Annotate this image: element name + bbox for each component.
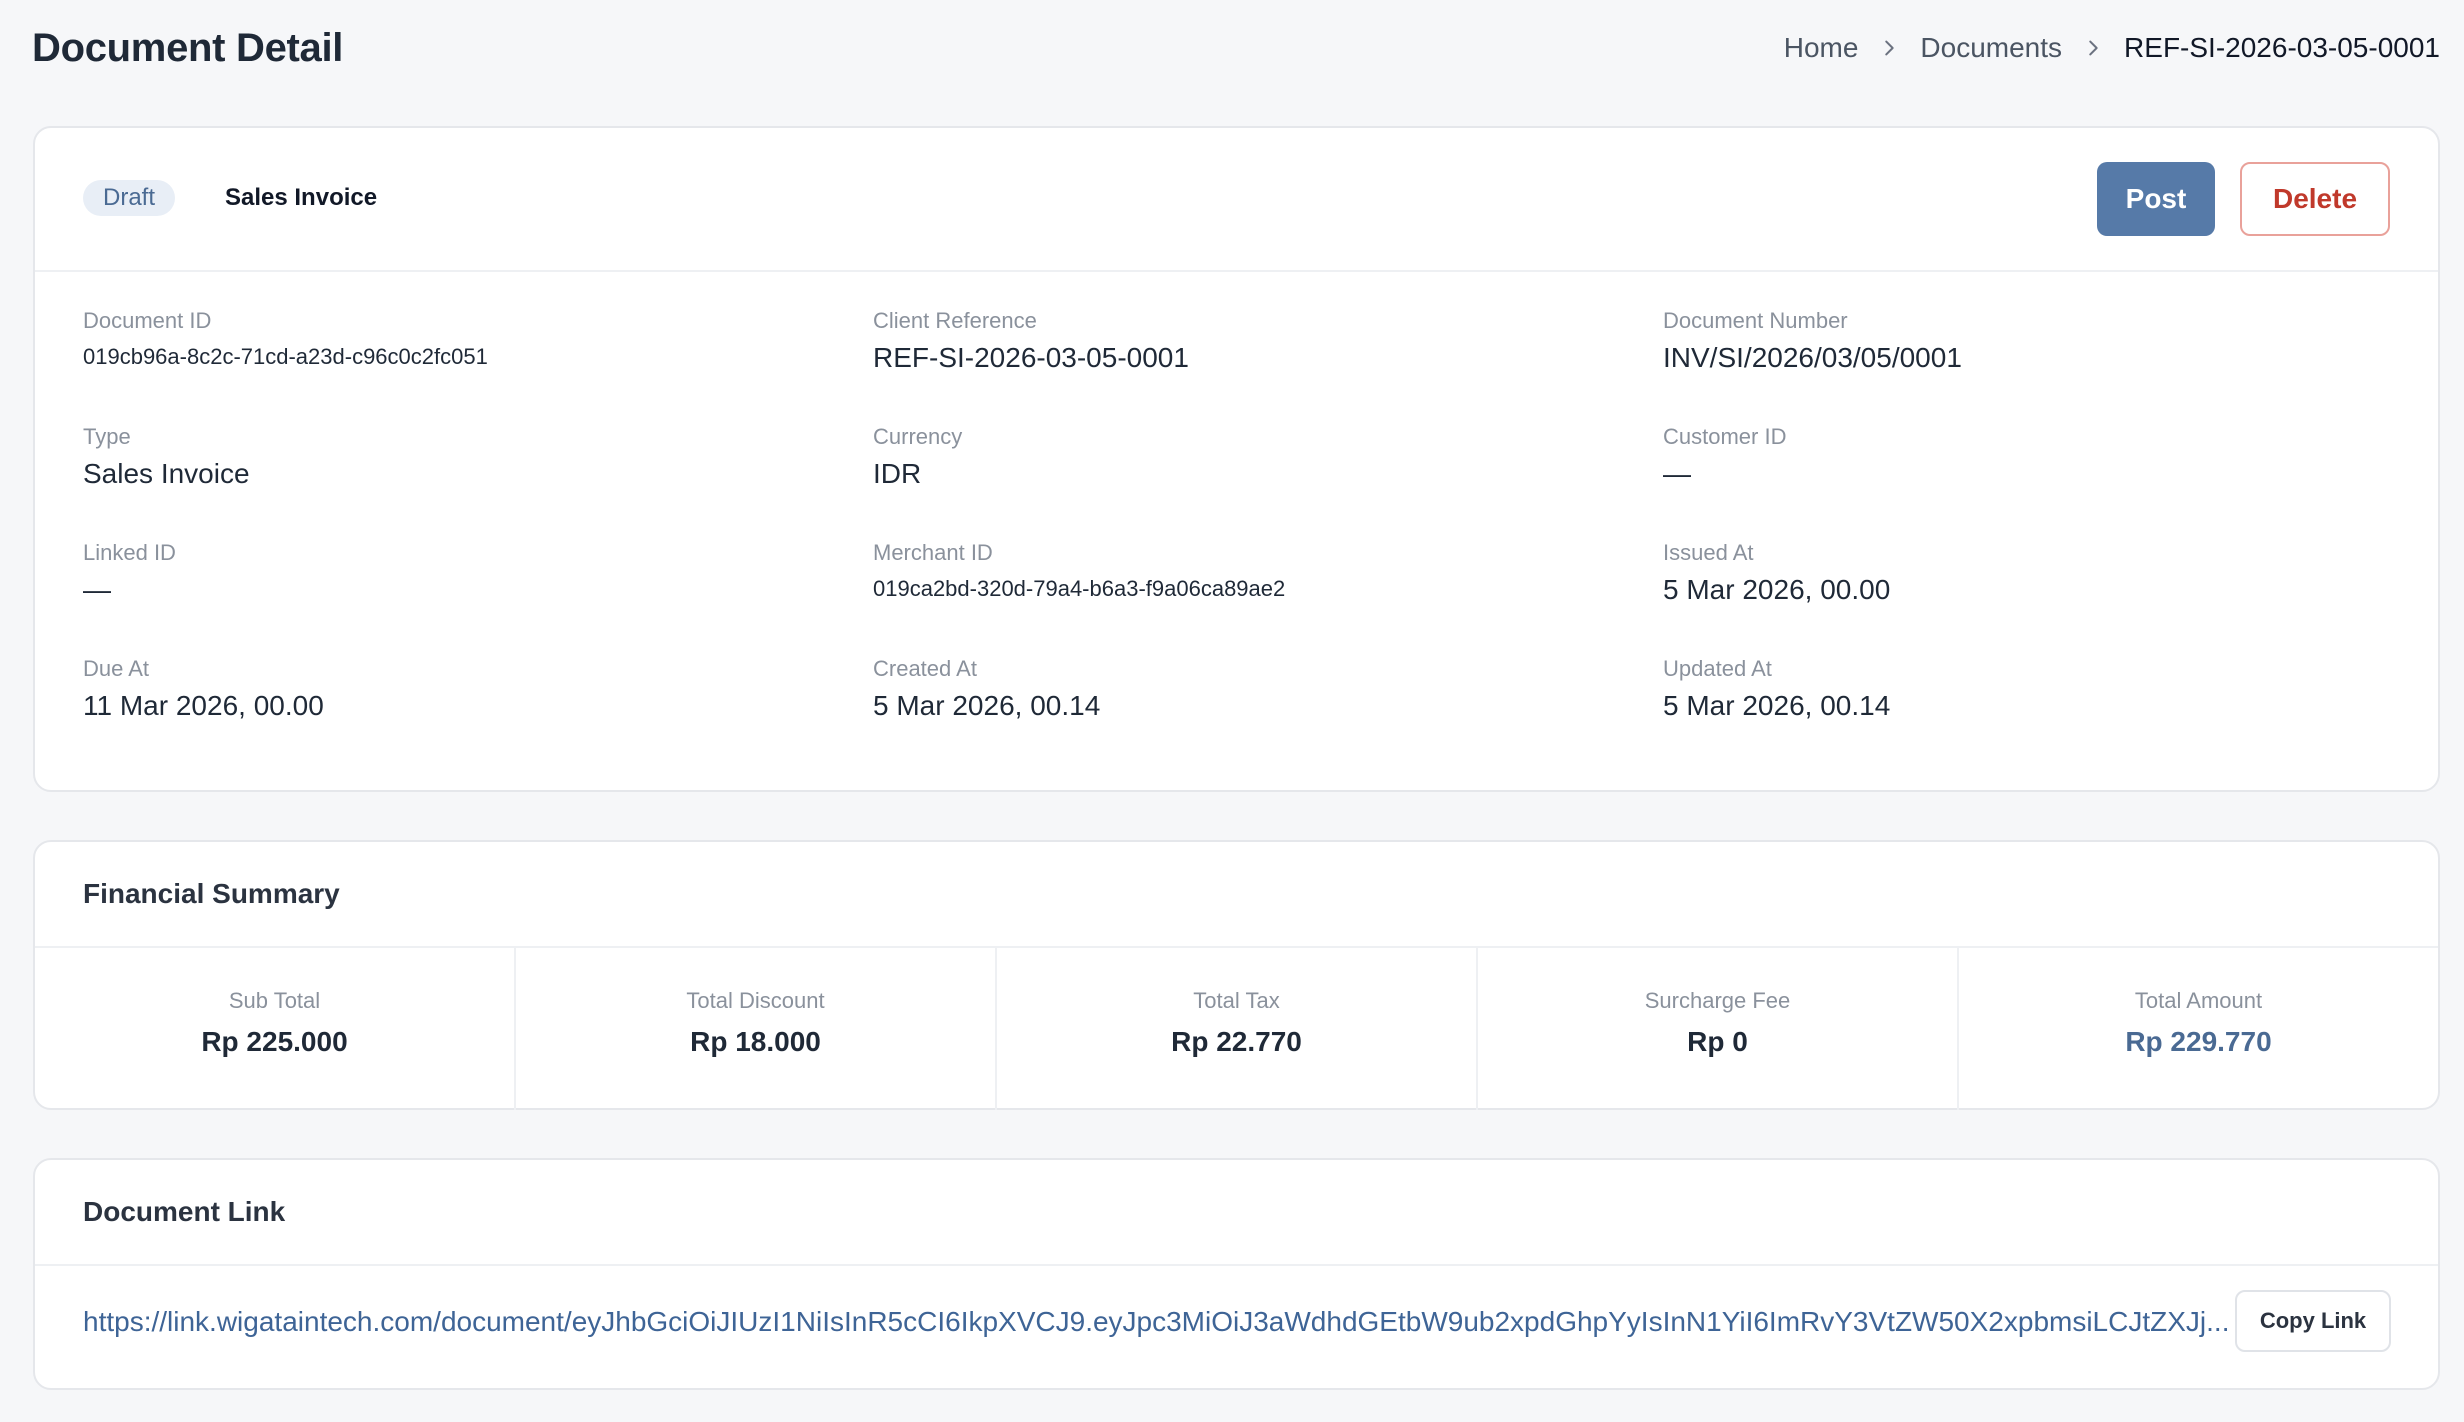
field-value: REF-SI-2026-03-05-0001 bbox=[873, 342, 1189, 373]
summary-total-amount: Total Amount Rp 229.770 bbox=[1959, 948, 2438, 1110]
summary-total-discount: Total Discount Rp 18.000 bbox=[516, 948, 997, 1110]
field-label: Due At bbox=[83, 656, 150, 681]
field-due-at: Due At 11 Mar 2026, 00.00 bbox=[83, 656, 324, 722]
field-linked-id: Linked ID — bbox=[83, 540, 176, 606]
document-link-card: Document Link https://link.wigataintech.… bbox=[33, 1158, 2440, 1390]
breadcrumb-current: REF-SI-2026-03-05-0001 bbox=[2124, 32, 2440, 63]
field-label: Created At bbox=[873, 656, 977, 681]
document-link-url[interactable]: https://link.wigataintech.com/document/e… bbox=[83, 1306, 2243, 1338]
page-title: Document Detail bbox=[32, 26, 344, 70]
detail-card-header: Draft Sales Invoice Post Delete bbox=[35, 128, 2438, 272]
field-currency: Currency IDR bbox=[873, 424, 962, 490]
post-button[interactable]: Post bbox=[2097, 162, 2215, 236]
field-type: Type Sales Invoice bbox=[83, 424, 250, 490]
summary-sub-total: Sub Total Rp 225.000 bbox=[35, 948, 516, 1110]
field-value: — bbox=[1663, 458, 1691, 489]
field-value: 11 Mar 2026, 00.00 bbox=[83, 690, 324, 721]
breadcrumb-home[interactable]: Home bbox=[1784, 32, 1859, 64]
page-header: Document Detail Home Documents REF-SI-20… bbox=[0, 0, 2464, 110]
field-label: Issued At bbox=[1663, 540, 1754, 565]
field-label: Client Reference bbox=[873, 308, 1037, 333]
field-value: 019ca2bd-320d-79a4-b6a3-f9a06ca89ae2 bbox=[873, 576, 1286, 601]
field-value: INV/SI/2026/03/05/0001 bbox=[1663, 342, 1962, 373]
document-link-header: Document Link bbox=[35, 1160, 2438, 1266]
document-link-row: https://link.wigataintech.com/document/e… bbox=[35, 1266, 2438, 1390]
field-value: 5 Mar 2026, 00.14 bbox=[1663, 690, 1891, 721]
field-label: Document ID bbox=[83, 308, 212, 333]
field-customer-id: Customer ID — bbox=[1663, 424, 1786, 490]
copy-link-button[interactable]: Copy Link bbox=[2235, 1290, 2391, 1352]
section-title: Financial Summary bbox=[83, 878, 340, 909]
summary-label: Total Amount bbox=[2134, 988, 2263, 1013]
field-label: Type bbox=[83, 424, 131, 449]
summary-total-tax: Total Tax Rp 22.770 bbox=[997, 948, 1478, 1110]
document-type-label: Sales Invoice bbox=[225, 184, 378, 211]
summary-value: Rp 225.000 bbox=[201, 1026, 348, 1057]
field-document-number: Document Number INV/SI/2026/03/05/0001 bbox=[1663, 308, 1962, 374]
field-value: Sales Invoice bbox=[83, 458, 250, 489]
summary-surcharge-fee: Surcharge Fee Rp 0 bbox=[1478, 948, 1959, 1110]
financial-summary-row: Sub Total Rp 225.000 Total Discount Rp 1… bbox=[35, 948, 2438, 1110]
summary-label: Sub Total bbox=[228, 988, 321, 1013]
field-label: Merchant ID bbox=[873, 540, 993, 565]
field-created-at: Created At 5 Mar 2026, 00.14 bbox=[873, 656, 1100, 722]
document-detail-card: Draft Sales Invoice Post Delete Document… bbox=[33, 126, 2440, 792]
field-label: Linked ID bbox=[83, 540, 176, 565]
summary-label: Total Discount bbox=[686, 988, 825, 1013]
breadcrumb: Home Documents REF-SI-2026-03-05-0001 bbox=[1784, 32, 2440, 64]
summary-value: Rp 229.770 bbox=[2125, 1026, 2272, 1057]
field-value: 5 Mar 2026, 00.14 bbox=[873, 690, 1101, 721]
field-client-reference: Client Reference REF-SI-2026-03-05-0001 bbox=[873, 308, 1189, 374]
chevron-right-icon bbox=[2089, 40, 2098, 56]
status-badge: Draft bbox=[83, 180, 176, 216]
summary-label: Surcharge Fee bbox=[1644, 988, 1791, 1013]
field-value: — bbox=[83, 574, 111, 605]
summary-value: Rp 22.770 bbox=[1171, 1026, 1302, 1057]
breadcrumb-documents[interactable]: Documents bbox=[1920, 32, 2062, 64]
summary-label: Total Tax bbox=[1193, 988, 1280, 1013]
field-label: Customer ID bbox=[1663, 424, 1787, 449]
field-label: Document Number bbox=[1663, 308, 1848, 333]
field-updated-at: Updated At 5 Mar 2026, 00.14 bbox=[1663, 656, 1890, 722]
summary-value: Rp 18.000 bbox=[690, 1026, 821, 1057]
financial-summary-card: Financial Summary Sub Total Rp 225.000 T… bbox=[33, 840, 2440, 1110]
field-value: 019cb96a-8c2c-71cd-a23d-c96c0c2fc051 bbox=[83, 344, 488, 369]
field-value: IDR bbox=[873, 458, 922, 489]
field-label: Currency bbox=[873, 424, 963, 449]
section-title: Document Link bbox=[83, 1196, 286, 1227]
field-label: Updated At bbox=[1663, 656, 1772, 681]
delete-button[interactable]: Delete bbox=[2240, 162, 2390, 236]
chevron-right-icon bbox=[1885, 40, 1895, 56]
field-value: 5 Mar 2026, 00.00 bbox=[1663, 574, 1891, 605]
field-issued-at: Issued At 5 Mar 2026, 00.00 bbox=[1663, 540, 1890, 606]
field-merchant-id: Merchant ID 019ca2bd-320d-79a4-b6a3-f9a0… bbox=[873, 540, 1285, 602]
financial-summary-header: Financial Summary bbox=[35, 842, 2438, 948]
summary-value: Rp 0 bbox=[1687, 1026, 1748, 1057]
field-document-id: Document ID 019cb96a-8c2c-71cd-a23d-c96c… bbox=[83, 308, 488, 370]
